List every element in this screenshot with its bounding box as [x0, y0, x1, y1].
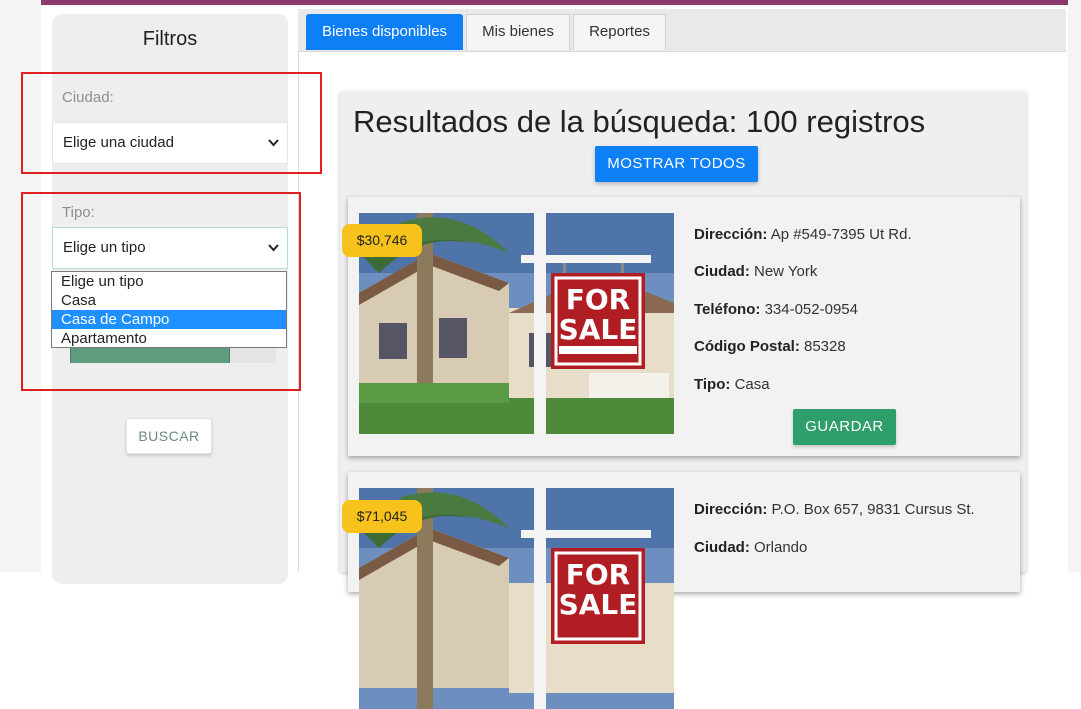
save-button[interactable]: GUARDAR: [793, 409, 896, 445]
listing-card: FOR SALE $30,746 Dirección: Ap #549-7395…: [342, 197, 1020, 456]
type-option[interactable]: Apartamento: [52, 329, 286, 348]
phone-line: Teléfono: 334-052-0954: [694, 301, 858, 318]
phone-value: 334-052-0954: [764, 301, 858, 318]
price-range-track: [230, 347, 276, 363]
city-value: New York: [754, 263, 818, 280]
tab-reportes[interactable]: Reportes: [573, 14, 666, 50]
city-select-value: Elige una ciudad: [63, 134, 174, 151]
type-option[interactable]: Elige un tipo: [52, 272, 286, 291]
content-divider: [298, 51, 299, 572]
city-line: Ciudad: New York: [694, 263, 817, 280]
listing-card: FOR SALE $71,045 Dirección: P.O. Box 657…: [342, 472, 1020, 709]
sign-text: FOR: [566, 558, 631, 591]
show-all-button[interactable]: MOSTRAR TODOS: [595, 146, 758, 182]
price-badge: $30,746: [342, 224, 422, 257]
page-margin-right: [1068, 0, 1081, 572]
price-range-slider[interactable]: [70, 347, 230, 363]
city-value: Orlando: [754, 539, 808, 556]
address-value: Ap #549-7395 Ut Rd.: [770, 226, 912, 243]
address-label: Dirección:: [694, 226, 768, 243]
sign-text: SALE: [559, 588, 638, 621]
top-bar: [41, 0, 1068, 5]
type-value: Casa: [734, 376, 770, 393]
address-line: Dirección: P.O. Box 657, 9831 Cursus St.: [694, 501, 975, 518]
phone-label: Teléfono:: [694, 301, 761, 318]
city-label: Ciudad:: [694, 263, 750, 280]
type-option[interactable]: Casa: [52, 291, 286, 310]
type-line: Tipo: Casa: [694, 376, 770, 393]
price-badge: $71,045: [342, 500, 422, 533]
chevron-down-icon: [268, 123, 279, 179]
type-dropdown-list[interactable]: Elige un tipo Casa Casa de Campo Apartam…: [51, 271, 287, 348]
type-label: Tipo:: [62, 204, 95, 221]
type-select[interactable]: Elige un tipo: [52, 227, 288, 269]
page-margin-left: [0, 0, 41, 572]
type-label: Tipo:: [694, 376, 731, 393]
sign-text: SALE: [559, 313, 638, 346]
city-line: Ciudad: Orlando: [694, 539, 807, 556]
type-select-value: Elige un tipo: [63, 239, 146, 256]
zip-label: Código Postal:: [694, 338, 800, 355]
search-button[interactable]: BUSCAR: [126, 418, 212, 454]
results-title: Resultados de la búsqueda: 100 registros: [353, 104, 926, 139]
tab-mis-bienes[interactable]: Mis bienes: [466, 14, 570, 50]
city-label: Ciudad:: [694, 539, 750, 556]
type-option-highlighted[interactable]: Casa de Campo: [52, 310, 286, 329]
city-select[interactable]: Elige una ciudad: [52, 122, 288, 164]
zip-line: Código Postal: 85328: [694, 338, 846, 355]
address-line: Dirección: Ap #549-7395 Ut Rd.: [694, 226, 912, 243]
sidebar-title: Filtros: [142, 28, 198, 50]
sign-text: FOR: [566, 283, 631, 316]
city-label: Ciudad:: [62, 89, 114, 106]
tab-bienes-disponibles[interactable]: Bienes disponibles: [306, 14, 463, 50]
address-label: Dirección:: [694, 501, 768, 518]
address-value: P.O. Box 657, 9831 Cursus St.: [771, 501, 975, 518]
zip-value: 85328: [804, 338, 846, 355]
